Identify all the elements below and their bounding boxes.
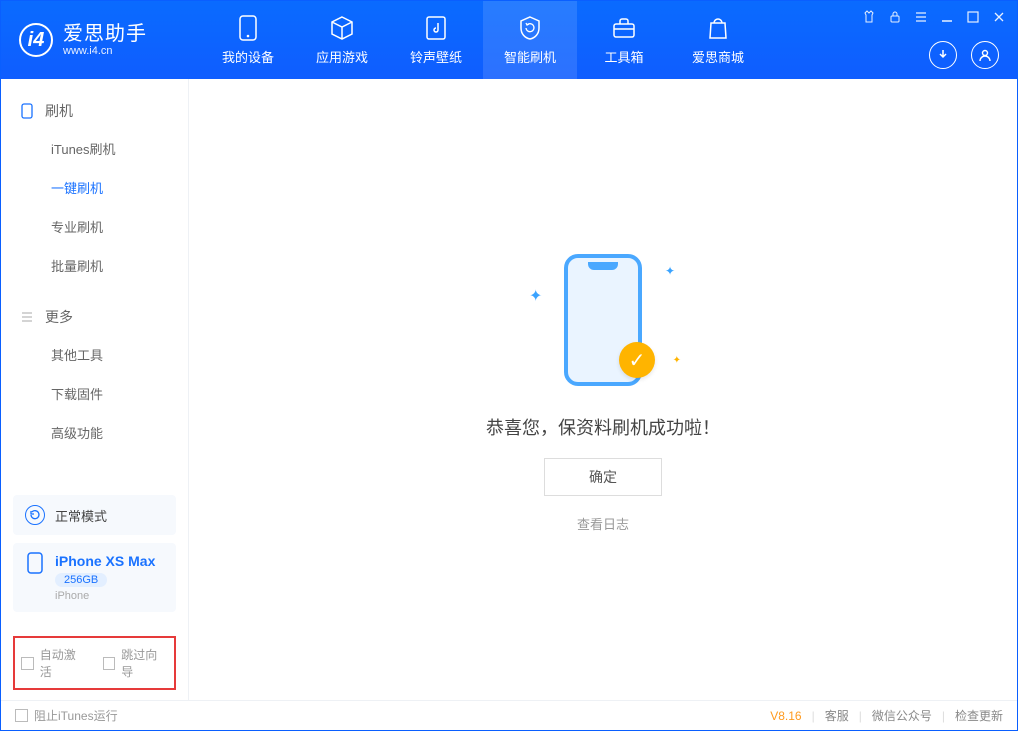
download-button[interactable] [929, 41, 957, 69]
minimize-button[interactable] [939, 9, 955, 25]
nav-smart-flash[interactable]: 智能刷机 [483, 1, 577, 79]
sidebar-item-download-firmware[interactable]: 下载固件 [1, 374, 188, 413]
check-update-link[interactable]: 检查更新 [955, 707, 1003, 724]
customer-service-link[interactable]: 客服 [825, 707, 849, 724]
sidebar-item-other-tools[interactable]: 其他工具 [1, 335, 188, 374]
sidebar-item-one-click-flash[interactable]: 一键刷机 [1, 168, 188, 207]
list-icon [19, 309, 35, 325]
phone-icon [235, 15, 261, 41]
app-header: i4 爱思助手 www.i4.cn 我的设备 应用游戏 铃声壁纸 智能刷机 工具… [1, 1, 1017, 79]
main-content: ✦ ✦ ✦ ✓ 恭喜您，保资料刷机成功啦！ 确定 查看日志 [189, 79, 1017, 700]
auto-activate-checkbox[interactable]: 自动激活 [21, 646, 87, 680]
block-itunes-checkbox[interactable]: 阻止iTunes运行 [15, 707, 118, 724]
menu-icon[interactable] [913, 9, 929, 25]
sidebar-item-batch-flash[interactable]: 批量刷机 [1, 246, 188, 285]
success-message: 恭喜您，保资料刷机成功啦！ [486, 414, 720, 440]
music-file-icon [423, 15, 449, 41]
version-label: V8.16 [770, 709, 801, 723]
shield-refresh-icon [517, 15, 543, 41]
sidebar-item-pro-flash[interactable]: 专业刷机 [1, 207, 188, 246]
tshirt-icon[interactable] [861, 9, 877, 25]
refresh-icon [25, 505, 45, 525]
success-illustration: ✦ ✦ ✦ ✓ [523, 246, 683, 396]
top-nav: 我的设备 应用游戏 铃声壁纸 智能刷机 工具箱 爱思商城 [201, 1, 765, 79]
close-button[interactable] [991, 9, 1007, 25]
cube-icon [329, 15, 355, 41]
nav-my-device[interactable]: 我的设备 [201, 1, 295, 79]
bag-icon [705, 15, 731, 41]
window-controls [861, 9, 1007, 25]
check-badge-icon: ✓ [619, 342, 655, 378]
skip-guide-checkbox[interactable]: 跳过向导 [103, 646, 169, 680]
checkbox-icon [103, 657, 116, 670]
app-subtitle: www.i4.cn [63, 45, 147, 57]
toolbox-icon [611, 15, 637, 41]
checkbox-icon [21, 657, 34, 670]
wechat-link[interactable]: 微信公众号 [872, 707, 932, 724]
mode-card[interactable]: 正常模式 [13, 495, 176, 535]
logo-icon: i4 [19, 23, 53, 57]
sparkle-icon: ✦ [673, 355, 681, 366]
device-capacity: 256GB [55, 573, 107, 587]
nav-apps-games[interactable]: 应用游戏 [295, 1, 389, 79]
checkbox-icon [15, 709, 28, 722]
sidebar-item-itunes-flash[interactable]: iTunes刷机 [1, 129, 188, 168]
view-log-link[interactable]: 查看日志 [577, 514, 629, 533]
sparkle-icon: ✦ [529, 286, 542, 306]
nav-ringtones-wallpapers[interactable]: 铃声壁纸 [389, 1, 483, 79]
sidebar: 刷机 iTunes刷机 一键刷机 专业刷机 批量刷机 更多 其他工具 下载固件 … [1, 79, 189, 700]
maximize-button[interactable] [965, 9, 981, 25]
device-icon [19, 103, 35, 119]
sidebar-item-advanced[interactable]: 高级功能 [1, 413, 188, 452]
status-bar: 阻止iTunes运行 V8.16 | 客服 | 微信公众号 | 检查更新 [1, 700, 1017, 730]
nav-store[interactable]: 爱思商城 [671, 1, 765, 79]
lock-icon[interactable] [887, 9, 903, 25]
nav-toolbox[interactable]: 工具箱 [577, 1, 671, 79]
phone-small-icon [25, 553, 45, 573]
flash-options-highlight: 自动激活 跳过向导 [13, 636, 176, 690]
logo-area: i4 爱思助手 www.i4.cn [1, 23, 201, 57]
user-button[interactable] [971, 41, 999, 69]
sparkle-icon: ✦ [665, 264, 675, 278]
mode-label: 正常模式 [55, 506, 107, 525]
device-name: iPhone XS Max [55, 553, 155, 569]
app-title: 爱思助手 [63, 23, 147, 45]
ok-button[interactable]: 确定 [544, 458, 662, 496]
sidebar-section-flash: 刷机 [1, 93, 188, 129]
device-type: iPhone [55, 590, 155, 602]
sidebar-section-more: 更多 [1, 299, 188, 335]
device-card[interactable]: iPhone XS Max 256GB iPhone [13, 543, 176, 612]
